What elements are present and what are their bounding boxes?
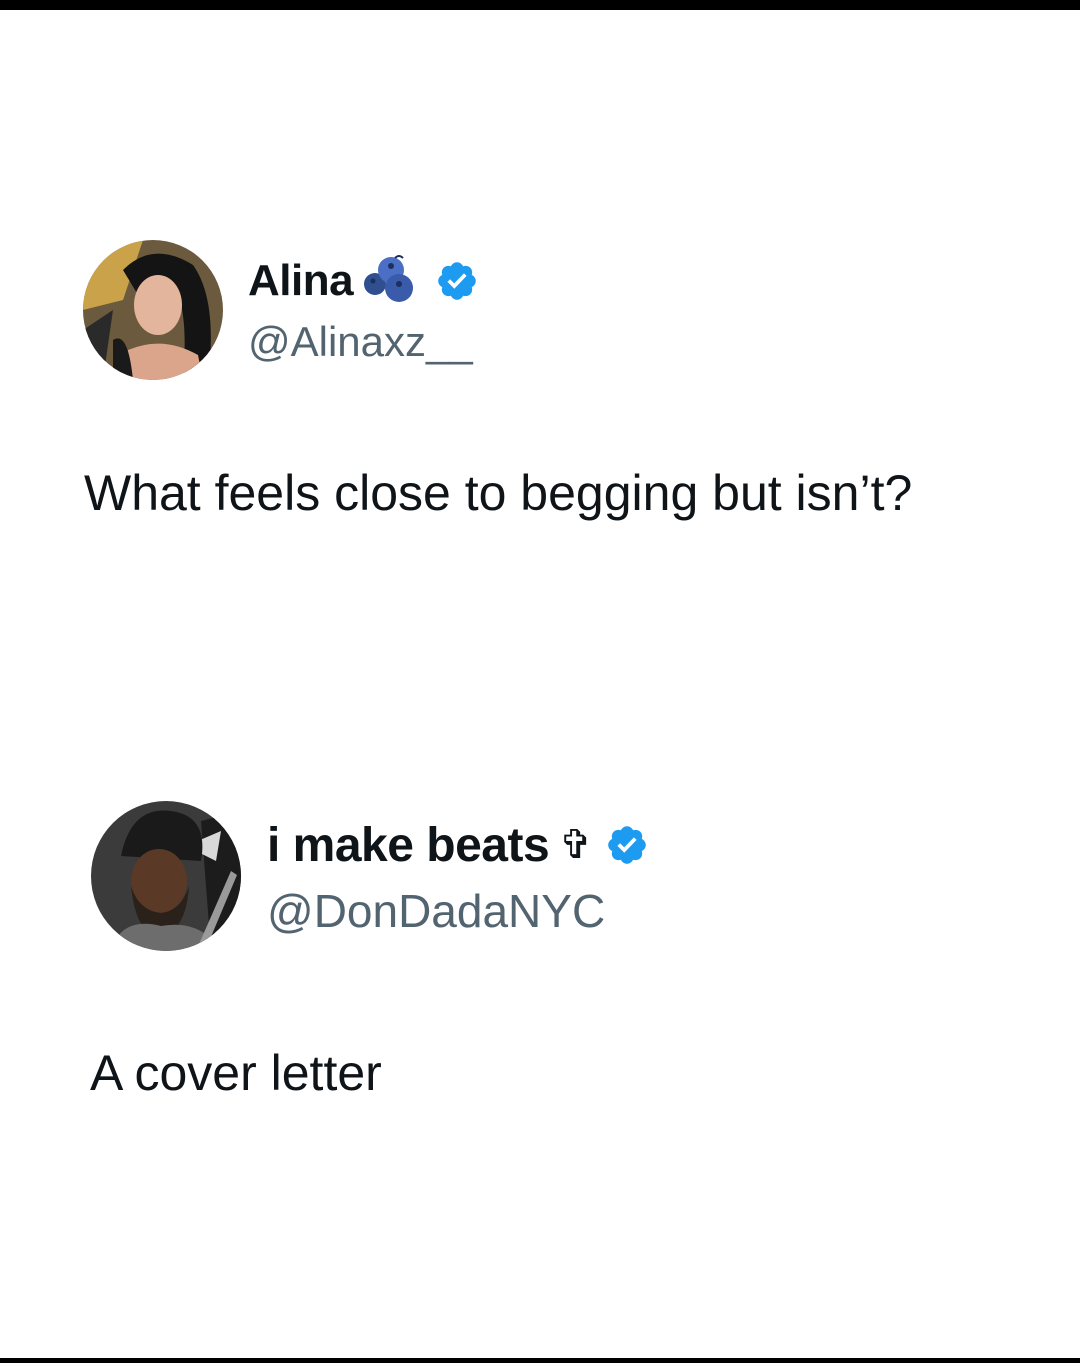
bottom-frame-border xyxy=(0,1358,1080,1363)
tweet-text: A cover letter xyxy=(90,1045,382,1101)
avatar[interactable] xyxy=(91,801,241,951)
display-name[interactable]: i make beats xyxy=(267,818,550,873)
avatar[interactable] xyxy=(83,240,223,380)
cross-emoji: ✞ xyxy=(559,822,593,868)
blueberries-icon xyxy=(361,254,419,309)
verified-badge-icon xyxy=(605,823,649,867)
author-handle[interactable]: @DonDadaNYC xyxy=(267,884,605,938)
avatar-image xyxy=(83,240,223,380)
author-name-row: Alina xyxy=(248,254,479,309)
display-name[interactable]: Alina xyxy=(248,256,354,306)
verified-badge-icon xyxy=(435,259,479,303)
tweet-text: What feels close to begging but isn’t? xyxy=(84,465,913,521)
author-name-row: i make beats ✞ xyxy=(267,818,649,872)
top-frame-border xyxy=(0,0,1080,10)
avatar-image xyxy=(91,801,241,951)
author-handle[interactable]: @Alinaxz__ xyxy=(248,318,473,366)
